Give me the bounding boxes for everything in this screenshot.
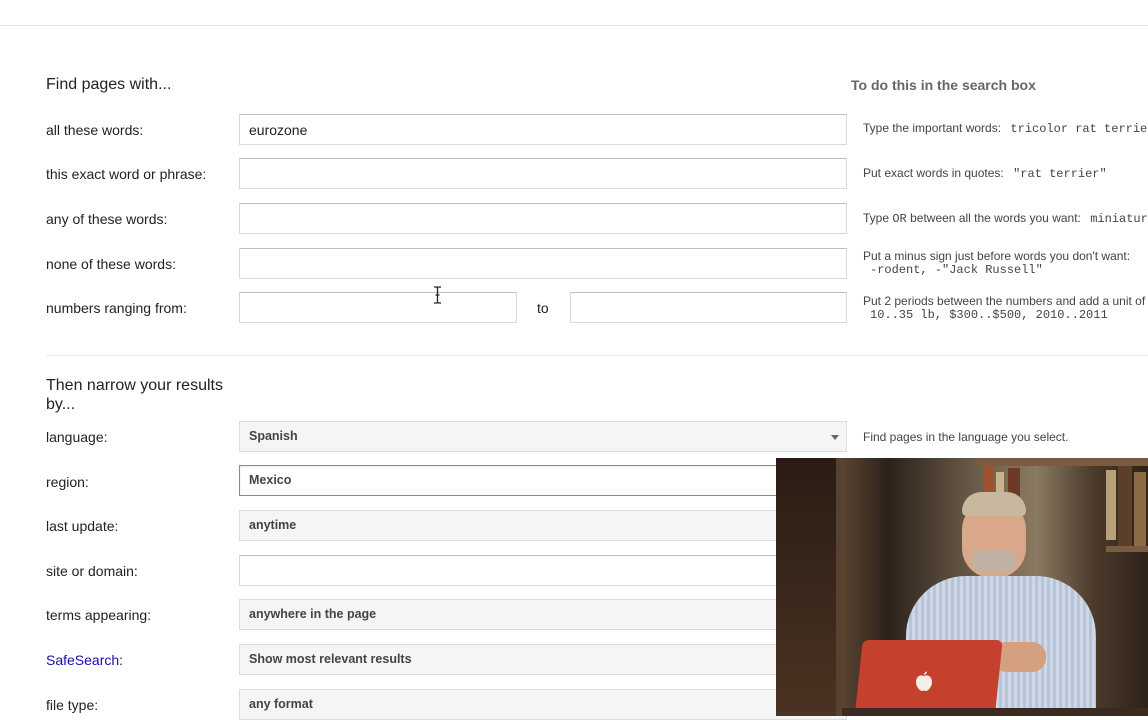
exact-phrase-hint-text: Put exact words in quotes: xyxy=(863,166,1004,180)
number-range-to-label: to xyxy=(537,300,549,316)
language-label: language: xyxy=(46,429,108,445)
section-divider xyxy=(46,355,1148,356)
narrow-title-line2: by... xyxy=(46,396,76,413)
language-hint: Find pages in the language you select. xyxy=(863,430,1069,444)
last-update-select[interactable]: anytime xyxy=(239,510,847,541)
search-box-help-title: To do this in the search box xyxy=(851,77,1036,93)
terms-appearing-label: terms appearing: xyxy=(46,607,152,623)
file-type-label: file type: xyxy=(46,697,99,713)
all-words-hint: Type the important words: tricolor rat t… xyxy=(863,122,1148,136)
number-range-from-input[interactable] xyxy=(239,292,517,323)
none-words-hint-text: Put a minus sign just before words you d… xyxy=(863,249,1131,263)
number-range-to-input[interactable] xyxy=(570,292,847,323)
region-select[interactable]: Mexico xyxy=(239,465,847,496)
i-beam-cursor-icon xyxy=(434,286,441,304)
last-update-label: last update: xyxy=(46,518,119,534)
region-label: region: xyxy=(46,474,89,490)
site-domain-input[interactable] xyxy=(239,555,847,586)
find-pages-title: Find pages with... xyxy=(46,76,172,93)
last-update-select-value: anytime xyxy=(249,518,297,532)
exact-phrase-example: "rat terrier" xyxy=(1013,167,1107,181)
safesearch-select-value: Show most relevant results xyxy=(249,652,412,666)
presenter-video xyxy=(776,458,1148,716)
apple-logo-icon xyxy=(916,671,932,691)
terms-appearing-select-value: anywhere in the page xyxy=(249,607,377,621)
all-words-example: tricolor rat terrier xyxy=(1010,122,1148,136)
safesearch-label: SafeSearch: xyxy=(46,652,124,668)
number-range-hint-text: Put 2 periods between the numbers and ad… xyxy=(863,294,1148,308)
site-domain-label: site or domain: xyxy=(46,563,138,579)
any-words-hint-post: between all the words you want: xyxy=(910,211,1081,225)
all-words-label: all these words: xyxy=(46,122,144,138)
region-select-value: Mexico xyxy=(249,473,292,487)
any-words-example: miniature xyxy=(1090,212,1148,226)
any-words-input[interactable] xyxy=(239,203,847,234)
any-words-label: any of these words: xyxy=(46,211,168,227)
none-words-label: none of these words: xyxy=(46,256,176,272)
number-range-label: numbers ranging from: xyxy=(46,300,187,316)
language-select[interactable]: Spanish xyxy=(239,421,847,452)
file-type-select[interactable]: any format xyxy=(239,689,847,720)
top-bar xyxy=(0,0,1148,26)
any-words-hint-or: OR xyxy=(892,212,907,226)
terms-appearing-select[interactable]: anywhere in the page xyxy=(239,599,847,630)
none-words-example: -rodent, -"Jack Russell" xyxy=(870,263,1043,277)
narrow-title-line1: Then narrow your results xyxy=(46,377,223,394)
exact-phrase-input[interactable] xyxy=(239,158,847,189)
all-words-input[interactable] xyxy=(239,114,847,145)
safesearch-link[interactable]: SafeSearch xyxy=(46,652,119,668)
chevron-down-icon xyxy=(831,435,839,440)
exact-phrase-hint: Put exact words in quotes: "rat terrier" xyxy=(863,167,1107,181)
exact-phrase-label: this exact word or phrase: xyxy=(46,166,207,182)
none-words-input[interactable] xyxy=(239,248,847,279)
safesearch-select[interactable]: Show most relevant results xyxy=(239,644,847,675)
language-select-value: Spanish xyxy=(249,429,298,443)
any-words-hint: Type OR between all the words you want: … xyxy=(863,212,1148,226)
all-words-hint-text: Type the important words: xyxy=(863,121,1002,135)
file-type-select-value: any format xyxy=(249,697,313,711)
number-range-example: 10..35 lb, $300..$500, 2010..2011 xyxy=(870,308,1108,322)
any-words-hint-pre: Type xyxy=(863,211,890,225)
